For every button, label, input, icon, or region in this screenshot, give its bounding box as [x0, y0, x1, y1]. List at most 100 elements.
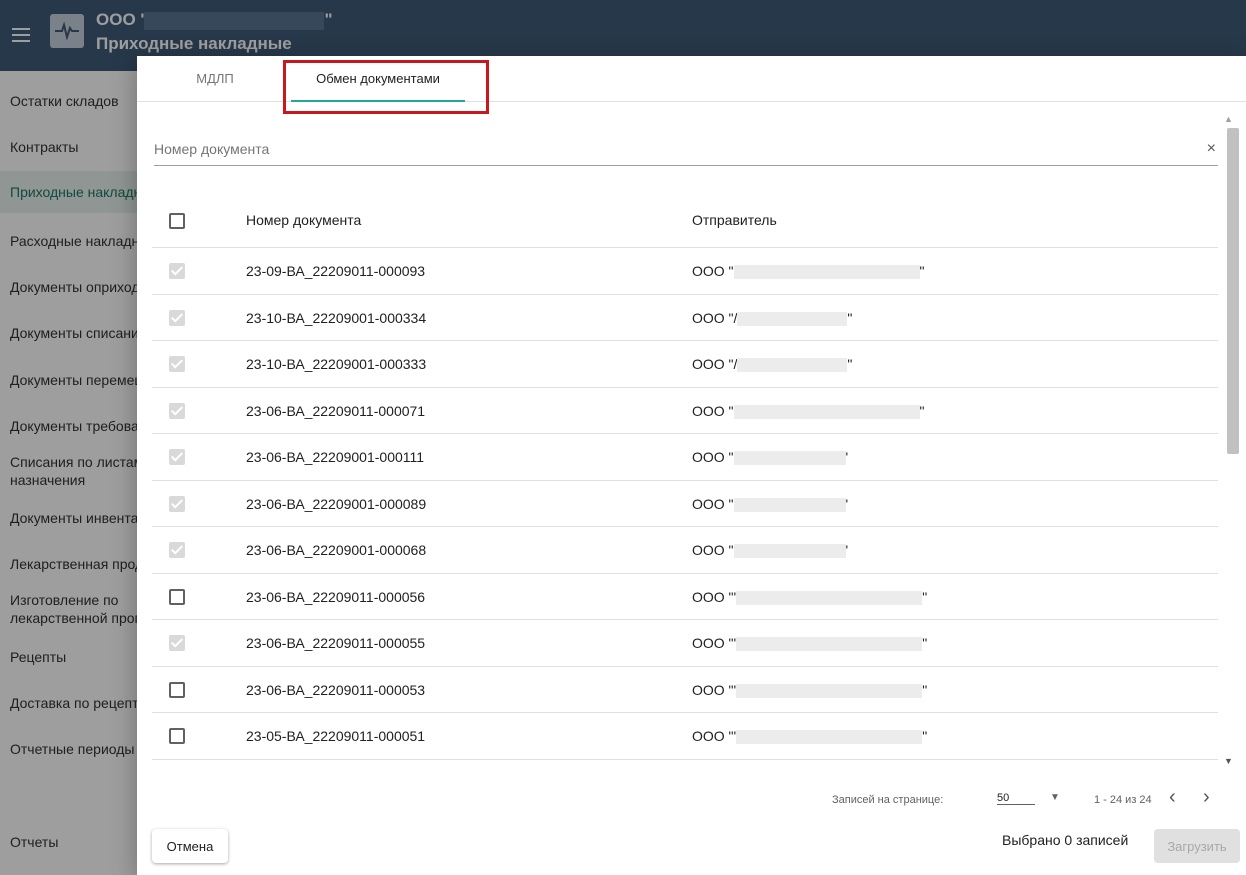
sender-prefix: ООО " [692, 263, 734, 279]
redacted-block [736, 730, 923, 745]
import-documents-dialog: МДЛП Обмен документами × ▲ ▼ Номер докум… [137, 56, 1246, 875]
table-row[interactable]: 23-06-ВА_22209001-000068 ООО " ' [152, 527, 1218, 574]
document-number: 23-06-ВА_22209001-000068 [246, 542, 427, 558]
table-row[interactable]: 23-06-ВА_22209001-000089 ООО " ' [152, 481, 1218, 527]
row-checkbox[interactable] [169, 356, 185, 372]
redacted-block [733, 544, 846, 559]
sender-suffix: " [919, 402, 925, 419]
sender-prefix: ООО " [692, 449, 734, 465]
sender-cell: ООО "' " [692, 728, 928, 745]
table-row[interactable]: 23-09-ВА_22209011-000093 ООО " " [152, 248, 1218, 295]
row-checkbox[interactable] [169, 728, 185, 744]
table-row[interactable]: 23-06-ВА_22209001-000111 ООО " ' [152, 434, 1218, 481]
document-number: 23-06-ВА_22209011-000071 [246, 402, 426, 419]
sender-suffix: ' [845, 449, 849, 465]
sender-prefix: ООО " [692, 542, 734, 558]
sender-suffix: " [847, 309, 853, 326]
sender-cell: ООО "' " [692, 682, 927, 698]
table-row[interactable]: 23-10-ВА_22209001-000334 ООО "/ " [152, 295, 1218, 341]
sender-cell: ООО " ' [692, 542, 849, 559]
row-checkbox[interactable] [169, 309, 185, 326]
rows-per-page-select[interactable]: 50 [997, 792, 1035, 805]
sender-prefix: ООО " [692, 402, 734, 419]
sender-suffix: " [922, 588, 928, 605]
sender-cell: ООО " ' [692, 449, 849, 466]
redacted-block [737, 311, 848, 326]
sender-prefix: ООО "' [692, 681, 737, 698]
document-number: 23-06-ВА_22209011-000055 [246, 635, 426, 651]
redacted-block [736, 637, 923, 652]
sender-suffix: " [922, 728, 928, 744]
redacted-block [737, 358, 848, 373]
row-checkbox[interactable] [169, 495, 185, 512]
load-button[interactable]: Загрузить [1154, 829, 1240, 863]
table-header: Номер документа Отправитель [152, 193, 1218, 248]
sender-cell: ООО " " [692, 403, 925, 419]
cancel-button[interactable]: Отмена [152, 829, 228, 863]
sender-prefix: ООО "/ [692, 356, 738, 372]
redacted-block [733, 497, 846, 512]
redacted-block [736, 683, 923, 698]
annotation-highlight-box [283, 60, 489, 114]
pagination-range: 1 - 24 из 24 [1094, 794, 1152, 806]
next-page-icon[interactable]: › [1203, 786, 1210, 809]
table-body: 23-09-ВА_22209011-000093 ООО " " 23-10-ВА_2… [152, 248, 1218, 760]
dropdown-caret-icon[interactable]: ▼ [1050, 792, 1060, 803]
sender-prefix: ООО "' [692, 588, 737, 605]
sender-prefix: ООО "' [692, 728, 737, 744]
document-number: 23-10-ВА_22209001-000334 [246, 309, 427, 326]
rows-per-page-label: Записей на странице: [832, 794, 944, 806]
document-number-search: × [154, 134, 1218, 166]
table-row[interactable]: 23-06-ВА_22209011-000056 ООО "' " [152, 574, 1218, 620]
row-checkbox[interactable] [169, 681, 185, 698]
sender-suffix: " [847, 356, 853, 372]
sender-prefix: ООО " [692, 495, 734, 512]
row-checkbox[interactable] [169, 635, 185, 651]
sender-suffix: " [919, 263, 925, 279]
sender-cell: ООО "/ " [692, 310, 852, 326]
row-checkbox[interactable] [169, 263, 185, 279]
table-row[interactable]: 23-05-ВА_22209011-000051 ООО "' " [152, 713, 1218, 760]
previous-page-icon[interactable]: ‹ [1169, 786, 1176, 809]
document-number: 23-05-ВА_22209011-000051 [246, 728, 426, 744]
search-input[interactable] [154, 134, 1184, 164]
document-number: 23-10-ВА_22209001-000333 [246, 356, 427, 372]
scrollbar-thumb[interactable] [1227, 128, 1239, 454]
sender-cell: ООО " " [692, 263, 925, 280]
tab-mdlp[interactable]: МДЛП [170, 56, 260, 102]
row-checkbox[interactable] [169, 542, 185, 558]
document-number: 23-06-ВА_22209001-000089 [246, 495, 427, 512]
clear-search-icon[interactable]: × [1207, 140, 1216, 158]
redacted-block [736, 590, 923, 605]
row-checkbox[interactable] [169, 449, 185, 465]
redacted-block [733, 451, 846, 466]
sender-cell: ООО "' " [692, 589, 927, 605]
column-header-sender: Отправитель [692, 212, 777, 228]
sender-suffix: ' [845, 495, 849, 512]
sender-cell: ООО "' " [692, 635, 928, 652]
document-number: 23-09-ВА_22209011-000093 [246, 263, 426, 279]
table-row[interactable]: 23-06-ВА_22209011-000055 ООО "' " [152, 620, 1218, 667]
sender-prefix: ООО "' [692, 635, 737, 651]
column-header-number: Номер документа [246, 212, 362, 228]
table-row[interactable]: 23-06-ВА_22209011-000071 ООО " " [152, 388, 1218, 434]
table-row[interactable]: 23-10-ВА_22209001-000333 ООО "/ " [152, 341, 1218, 388]
scroll-down-arrow-icon[interactable]: ▼ [1224, 756, 1233, 766]
sender-suffix: " [922, 681, 928, 698]
sender-suffix: " [922, 635, 928, 651]
scroll-up-arrow-icon[interactable]: ▲ [1224, 114, 1233, 124]
document-number: 23-06-ВА_22209011-000056 [246, 588, 426, 605]
row-checkbox[interactable] [169, 588, 185, 605]
selected-count: Выбрано 0 записей [1002, 832, 1129, 848]
select-all-checkbox[interactable] [169, 213, 185, 229]
row-checkbox[interactable] [169, 402, 185, 419]
documents-table: Номер документа Отправитель 23-09-ВА_222… [152, 193, 1218, 760]
sender-prefix: ООО "/ [692, 309, 738, 326]
redacted-block [733, 265, 920, 280]
sender-suffix: ' [845, 542, 849, 558]
redacted-block [733, 404, 920, 419]
sender-cell: ООО " ' [692, 496, 848, 512]
rows-per-page-value: 50 [997, 792, 1010, 804]
document-number: 23-06-ВА_22209011-000053 [246, 681, 426, 698]
table-row[interactable]: 23-06-ВА_22209011-000053 ООО "' " [152, 667, 1218, 713]
